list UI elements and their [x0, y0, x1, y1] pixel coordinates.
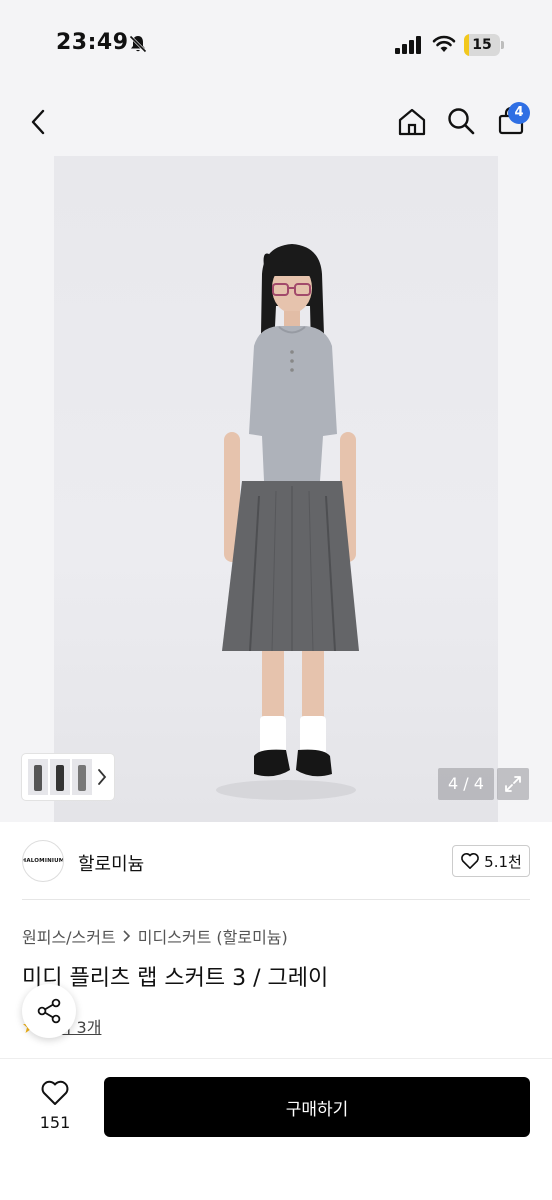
top-nav	[0, 90, 552, 156]
wishlist-count: 151	[39, 1113, 71, 1132]
thumbnail[interactable]	[50, 759, 70, 795]
model-illustration	[216, 244, 359, 800]
cellular-signal-icon	[395, 36, 421, 54]
expand-icon[interactable]	[497, 768, 529, 800]
brand-like-button[interactable]: 5.1천	[452, 845, 530, 877]
product-gallery[interactable]: 4 / 4	[0, 156, 552, 822]
brand-name[interactable]: 할로미늄	[78, 850, 144, 876]
share-icon	[37, 998, 61, 1024]
chevron-right-icon[interactable]	[96, 767, 108, 787]
status-bar: 23:49 15	[0, 0, 552, 90]
brand-like-count: 5.1천	[484, 852, 522, 871]
thumbnail-strip[interactable]	[22, 754, 114, 800]
product-photo[interactable]	[54, 156, 498, 822]
thumbnail[interactable]	[28, 759, 48, 795]
breadcrumb: 원피스/스커트 미디스커트 (할로미늄)	[22, 924, 288, 948]
battery-body: 15	[464, 34, 500, 56]
heart-outline-icon	[41, 1080, 69, 1105]
brand-row: HALOMINIUM 할로미늄 5.1천	[0, 822, 552, 900]
chevron-right-icon	[123, 930, 130, 942]
battery-icon: 15	[464, 34, 504, 56]
brand-logo[interactable]: HALOMINIUM	[22, 840, 64, 882]
status-time: 23:49	[56, 30, 129, 55]
divider	[22, 899, 530, 900]
cart-count-badge: 4	[508, 102, 530, 124]
image-page-counter: 4 / 4	[438, 768, 494, 800]
home-icon[interactable]	[394, 104, 430, 140]
bottom-action-bar: 151 구매하기	[0, 1058, 552, 1200]
breadcrumb-item-subcategory[interactable]: 미디스커트 (할로미늄)	[138, 924, 288, 948]
thumbnail[interactable]	[72, 759, 92, 795]
heart-outline-icon	[461, 853, 480, 870]
battery-level: 15	[472, 37, 492, 53]
back-icon[interactable]	[20, 104, 56, 140]
search-icon[interactable]	[443, 103, 479, 139]
wifi-icon	[432, 35, 456, 52]
breadcrumb-item-category[interactable]: 원피스/스커트	[22, 924, 116, 948]
buy-button[interactable]: 구매하기	[104, 1077, 530, 1137]
bell-off-icon	[129, 35, 147, 53]
share-button[interactable]	[22, 984, 76, 1038]
battery-cap	[501, 41, 504, 49]
wishlist-button[interactable]: 151	[24, 1079, 86, 1139]
product-title: 미디 플리츠 랩 스커트 3 / 그레이	[22, 966, 329, 991]
